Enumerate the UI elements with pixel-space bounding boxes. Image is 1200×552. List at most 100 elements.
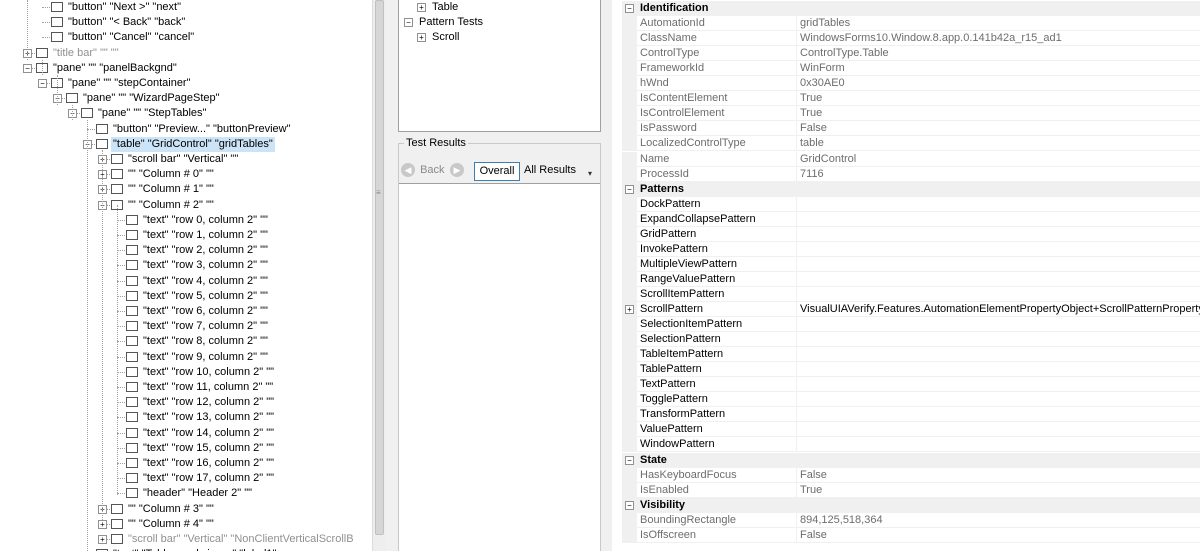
tree-node[interactable]: "text" "row 9, column 2" "" [0,350,372,365]
property-row[interactable]: GridPattern [622,226,1200,242]
expand-icon[interactable]: + [98,535,107,544]
property-row[interactable]: hWnd 0x30AE0 [622,76,1200,92]
property-row[interactable]: + ScrollPattern VisualUIAVerify.Features.A… [622,302,1200,317]
tree-node[interactable]: "text" "row 13, column 2" "" [0,410,372,425]
expand-icon[interactable]: + [417,33,426,42]
tree-node[interactable]: "text" "row 3, column 2" "" [0,258,372,273]
property-row[interactable]: DockPattern [622,196,1200,212]
collapse-icon[interactable]: − [38,79,47,88]
property-category[interactable]: − State [622,452,1200,468]
tree-node[interactable]: "button" "Cancel" "cancel" [0,30,372,45]
tree-node[interactable]: − "" "Column # 2" "" [0,198,372,213]
tree-node[interactable]: "text" "row 1, column 2" "" [0,228,372,243]
automation-tree[interactable]: "button" "Next >" "next" "button" "< Back… [0,0,372,551]
property-row[interactable]: AutomationId gridTables [622,16,1200,32]
tree-node[interactable]: "text" "row 8, column 2" "" [0,334,372,349]
tree-node[interactable]: + "scroll bar" "Vertical" "NonClientVerti… [0,532,372,547]
tree-node[interactable]: + "" "Column # 0" "" [0,167,372,182]
tree-node[interactable]: − "pane" "" "WizardPageStep" [0,91,372,106]
collapse-icon[interactable]: − [625,184,634,194]
property-row[interactable]: MultipleViewPattern [622,256,1200,272]
tree-node[interactable]: "button" "Preview..." "buttonPreview" [0,122,372,137]
property-row[interactable]: TogglePattern [622,392,1200,408]
property-row[interactable]: IsOffscreen False [622,527,1200,543]
collapse-icon[interactable]: − [625,4,634,13]
property-value: True [800,107,823,120]
property-row[interactable]: TableItemPattern [622,347,1200,363]
property-row[interactable]: SelectionPattern [622,332,1200,348]
tree-node[interactable]: "text" "row 17, column 2" "" [0,471,372,486]
expand-icon[interactable]: + [417,3,426,12]
property-row[interactable]: InvokePattern [622,241,1200,257]
tree-node[interactable]: + "title bar" "" "" [0,46,372,61]
property-row[interactable]: LocalizedControlType table [622,136,1200,152]
tree-node[interactable]: "header" "Header 2" "" [0,486,372,501]
pattern-tree[interactable]: + Table − Pattern Tests + Scroll [398,0,601,132]
expand-icon[interactable]: + [625,305,634,314]
tree-node[interactable]: "text" "row 15, column 2" "" [0,441,372,456]
tree-node[interactable]: "text" "row 10, column 2" "" [0,365,372,380]
tree-node[interactable]: "text" "row 4, column 2" "" [0,274,372,289]
tree-node[interactable]: "text" "row 0, column 2" "" [0,213,372,228]
property-row[interactable]: TransformPattern [622,407,1200,423]
property-grid[interactable]: − Identification AutomationId gridTables Cla… [622,0,1200,551]
element-node-icon [126,275,138,286]
tree-node[interactable]: "text" "row 16, column 2" "" [0,456,372,471]
tree-node[interactable]: "text" "row 5, column 2" "" [0,289,372,304]
collapse-icon[interactable]: − [404,18,413,27]
tree-node[interactable]: "text" "row 7, column 2" "" [0,319,372,334]
property-row[interactable]: Name GridControl [622,151,1200,167]
all-results-button[interactable]: All Results [524,162,576,181]
collapse-icon[interactable]: − [625,455,634,465]
tree-node[interactable]: "button" "< Back" "back" [0,15,372,30]
column-divider [796,256,797,272]
property-row[interactable]: ClassName WindowsForms10.Window.8.app.0.1… [622,31,1200,47]
property-row[interactable]: ProcessId 7116 [622,166,1200,182]
property-row[interactable]: IsPassword False [622,121,1200,137]
tree-node[interactable]: + "scroll bar" "Vertical" "" [0,152,372,167]
property-row[interactable]: FrameworkId WinForm [622,61,1200,77]
tree-node[interactable]: "text" "row 2, column 2" "" [0,243,372,258]
property-row[interactable]: SelectionItemPattern [622,317,1200,333]
test-results-list[interactable] [399,183,600,552]
property-row[interactable]: TablePattern [622,362,1200,378]
tree-node[interactable]: + "" "Column # 1" "" [0,182,372,197]
property-row[interactable]: TextPattern [622,377,1200,393]
tree-node[interactable]: "text" "row 6, column 2" "" [0,304,372,319]
tree-node[interactable]: − "pane" "" "StepTables" [0,106,372,121]
toolbar-overflow-icon[interactable]: ▾ [588,170,592,178]
property-row[interactable]: IsControlElement True [622,106,1200,122]
property-row[interactable]: IsContentElement True [622,91,1200,107]
overall-button[interactable]: Overall [474,162,520,181]
property-category[interactable]: − Identification [622,1,1200,16]
tree-node[interactable]: + "" "Column # 4" "" [0,517,372,532]
property-row[interactable]: ExpandCollapsePattern [622,211,1200,227]
tree-node[interactable]: + "" "Column # 3" "" [0,502,372,517]
collapse-icon[interactable]: − [625,500,634,510]
tree-node[interactable]: "text" "row 11, column 2" "" [0,380,372,395]
property-category[interactable]: − Patterns [622,181,1200,197]
forward-button[interactable]: ▶ [450,163,464,180]
expand-icon[interactable]: + [98,519,107,529]
property-row[interactable]: RangeValuePattern [622,271,1200,287]
column-divider [796,422,797,438]
property-row[interactable]: ScrollItemPattern [622,286,1200,302]
property-row[interactable]: HasKeyboardFocus False [622,467,1200,483]
tree-node[interactable]: "text" "row 12, column 2" "" [0,395,372,410]
tree-node[interactable]: − "table" "GridControl" "gridTables" [0,136,372,152]
back-button[interactable]: ◀ Back [401,163,445,180]
collapse-icon[interactable]: − [23,63,32,73]
tree-node[interactable]: − "pane" "" "stepContainer" [0,76,372,91]
property-row[interactable]: WindowPattern [622,437,1200,453]
property-row[interactable]: ControlType ControlType.Table [622,46,1200,62]
property-row[interactable]: IsEnabled True [622,482,1200,498]
tree-vertical-scrollbar[interactable]: ≡ [372,0,386,551]
tree-node[interactable]: "text" "Tables and views:" "label1" [0,547,372,551]
property-category[interactable]: − Visibility [622,497,1200,513]
tree-node[interactable]: "button" "Next >" "next" [0,0,372,15]
tree-node[interactable]: − "pane" "" "panelBackgnd" [0,61,372,76]
property-row[interactable]: ValuePattern [622,422,1200,438]
property-row[interactable]: BoundingRectangle 894,125,518,364 [622,512,1200,528]
tree-scroll-thumb[interactable] [375,0,384,535]
tree-node[interactable]: "text" "row 14, column 2" "" [0,426,372,441]
